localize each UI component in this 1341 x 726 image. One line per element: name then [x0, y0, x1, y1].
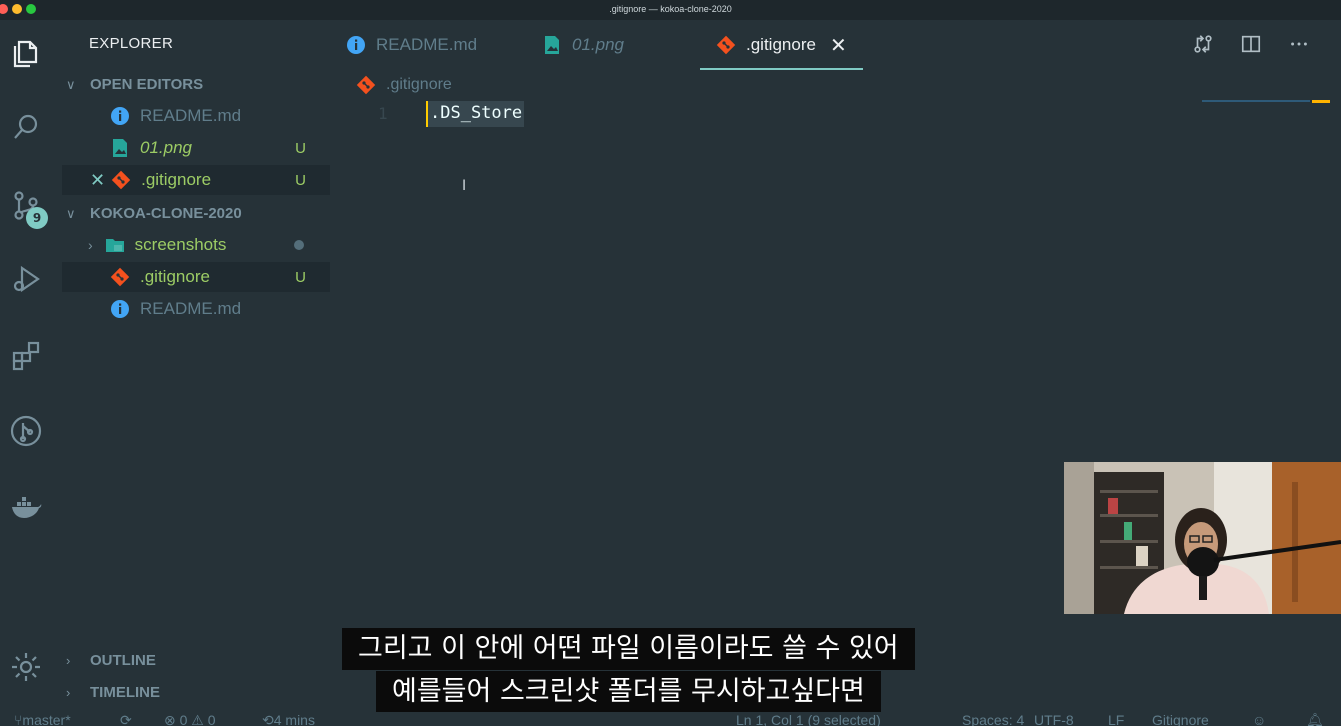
- code-line-selected[interactable]: .DS_Store: [426, 101, 525, 127]
- split-editor-icon[interactable]: [1239, 32, 1263, 56]
- explorer-icon[interactable]: [0, 28, 52, 78]
- language-mode[interactable]: Gitignore: [1152, 712, 1209, 726]
- status-bar: ⑂ master* ⟳ ⊗ 0 ⚠ 0 ⟲ 4 mins Ln 1, Col 1…: [0, 712, 1341, 726]
- untracked-status: U: [295, 171, 306, 189]
- git-graph-icon[interactable]: [0, 406, 52, 456]
- breadcrumb-file: .gitignore: [386, 76, 452, 93]
- chevron-right-icon: ›: [66, 685, 71, 700]
- settings-gear-icon[interactable]: [0, 642, 52, 692]
- tab-label: .gitignore: [746, 35, 816, 54]
- scm-badge: 9: [26, 207, 48, 229]
- tab-label: 01.png: [572, 35, 624, 54]
- file-name: .gitignore: [141, 170, 212, 189]
- info-icon: [346, 35, 366, 55]
- more-actions-icon[interactable]: [1287, 32, 1311, 56]
- tree-item-screenshots[interactable]: › screenshots: [62, 230, 330, 260]
- outline-label: OUTLINE: [90, 652, 156, 669]
- open-editors-header[interactable]: ∨ OPEN EDITORS: [66, 76, 203, 93]
- text-cursor-icon: Ι: [462, 178, 467, 194]
- encoding-status[interactable]: UTF-8: [1034, 712, 1074, 726]
- git-icon: [111, 170, 131, 190]
- git-icon: [110, 267, 130, 287]
- activity-bar: 9: [0, 20, 52, 726]
- folder-icon: [105, 235, 125, 255]
- close-tab-icon[interactable]: ✕: [830, 33, 847, 58]
- chevron-down-icon: ∨: [66, 76, 76, 92]
- file-name: .gitignore: [140, 267, 210, 286]
- editor-tabs: README.md 01.png .gitignore ✕: [334, 20, 1341, 70]
- branch-name: master*: [22, 712, 71, 726]
- webcam-overlay: [1064, 462, 1341, 614]
- subtitle-line-1: 그리고 이 안에 어떤 파일 이름이라도 쓸 수 있어: [342, 628, 915, 670]
- docker-icon[interactable]: [0, 482, 52, 532]
- file-name: README.md: [140, 106, 242, 125]
- source-control-icon[interactable]: 9: [0, 180, 52, 230]
- window-title: .gitignore — kokoa-clone-2020: [609, 4, 732, 14]
- tab-readme[interactable]: README.md: [346, 20, 477, 70]
- info-icon: [110, 299, 130, 319]
- untracked-status: U: [295, 139, 306, 157]
- open-editors-label: OPEN EDITORS: [90, 76, 204, 93]
- explorer-title: EXPLORER: [89, 35, 174, 52]
- git-icon: [716, 35, 736, 55]
- untracked-status: U: [295, 268, 306, 286]
- eol-status[interactable]: LF: [1108, 712, 1124, 726]
- cursor-position[interactable]: Ln 1, Col 1 (9 selected): [736, 712, 881, 726]
- close-editor-icon[interactable]: ✕: [90, 170, 105, 191]
- editor-actions: [1191, 32, 1311, 56]
- chevron-down-icon: ∨: [66, 205, 76, 221]
- tab-label: README.md: [376, 35, 478, 54]
- history-status[interactable]: ⟲ 4 mins: [262, 712, 315, 726]
- minimap-cursor-marker: [1312, 100, 1330, 103]
- file-name: 01.png: [140, 138, 192, 157]
- modified-dot: [294, 240, 304, 250]
- tree-item-gitignore[interactable]: .gitignore U: [62, 262, 330, 292]
- minimap-highlight[interactable]: [1202, 100, 1310, 102]
- line-number: 1: [378, 104, 388, 123]
- project-folder-label: KOKOA-CLONE-2020: [90, 205, 242, 222]
- presenter-video: [1064, 462, 1341, 614]
- open-editor-item-gitignore[interactable]: ✕ .gitignore U: [62, 165, 330, 195]
- tab-gitignore[interactable]: .gitignore ✕: [700, 20, 863, 70]
- explorer-sidebar: EXPLORER ∨ OPEN EDITORS README.md 01.png…: [52, 20, 334, 710]
- chevron-right-icon: ›: [66, 653, 71, 668]
- tab-image[interactable]: 01.png: [542, 20, 624, 70]
- image-icon: [542, 35, 562, 55]
- file-name: README.md: [140, 299, 242, 318]
- search-icon[interactable]: [0, 102, 52, 152]
- timeline-header[interactable]: › TIMELINE: [66, 684, 160, 701]
- folder-name: screenshots: [134, 235, 227, 254]
- info-icon: [110, 106, 130, 126]
- subtitle-line-2: 예를들어 스크린샷 폴더를 무시하고싶다면: [376, 671, 881, 713]
- run-debug-icon[interactable]: [0, 254, 52, 304]
- project-folder-header[interactable]: ∨ KOKOA-CLONE-2020: [66, 205, 242, 222]
- timeline-label: TIMELINE: [90, 684, 160, 701]
- open-editor-item-image[interactable]: 01.png U: [62, 133, 330, 163]
- history-text: 4 mins: [273, 712, 315, 726]
- extensions-icon[interactable]: [0, 330, 52, 380]
- open-editor-item-readme[interactable]: README.md: [62, 101, 330, 131]
- problems-status[interactable]: ⊗ 0 ⚠ 0: [164, 712, 216, 726]
- image-icon: [110, 138, 130, 158]
- sync-icon[interactable]: ⟳: [120, 712, 132, 726]
- tree-item-readme[interactable]: README.md: [62, 294, 330, 324]
- compare-changes-icon[interactable]: [1191, 32, 1215, 56]
- breadcrumb[interactable]: .gitignore: [356, 75, 452, 95]
- notifications-icon[interactable]: 🔔︎: [1306, 712, 1324, 726]
- feedback-icon[interactable]: ☺: [1252, 712, 1266, 726]
- git-icon: [356, 75, 376, 95]
- outline-header[interactable]: › OUTLINE: [66, 652, 156, 669]
- indentation-status[interactable]: Spaces: 4: [962, 712, 1024, 726]
- title-bar: .gitignore — kokoa-clone-2020: [0, 0, 1341, 20]
- chevron-right-icon: ›: [88, 237, 93, 253]
- branch-status[interactable]: ⑂ master*: [14, 712, 71, 726]
